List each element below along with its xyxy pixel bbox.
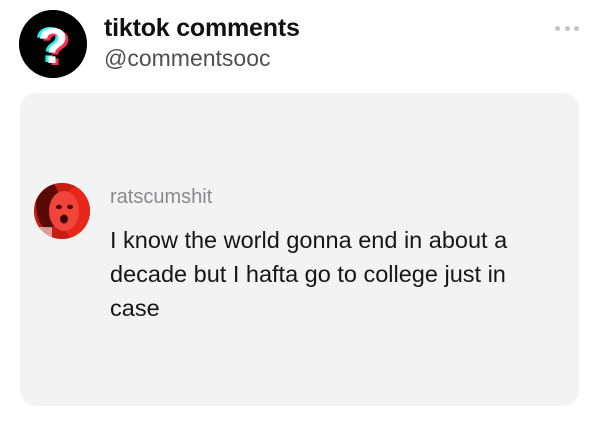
dot bbox=[574, 25, 579, 31]
tweet-screenshot: ? ? ? tiktok comments @commentsooc ratsc… bbox=[0, 0, 599, 432]
svg-text:?: ? bbox=[38, 18, 69, 74]
comment-username[interactable]: ratscumshit bbox=[110, 186, 212, 209]
more-options-icon[interactable] bbox=[555, 24, 579, 32]
account-name[interactable]: tiktok comments bbox=[104, 14, 300, 43]
dot bbox=[564, 25, 570, 31]
question-mark-icon: ? ? ? bbox=[19, 10, 87, 78]
account-handle[interactable]: @commentsooc bbox=[104, 45, 271, 72]
commenter-photo bbox=[34, 183, 90, 239]
commenter-avatar[interactable] bbox=[34, 183, 90, 239]
account-avatar[interactable]: ? ? ? bbox=[19, 10, 87, 78]
dot bbox=[555, 25, 560, 31]
comment-text: I know the world gonna end in about a de… bbox=[110, 227, 508, 321]
